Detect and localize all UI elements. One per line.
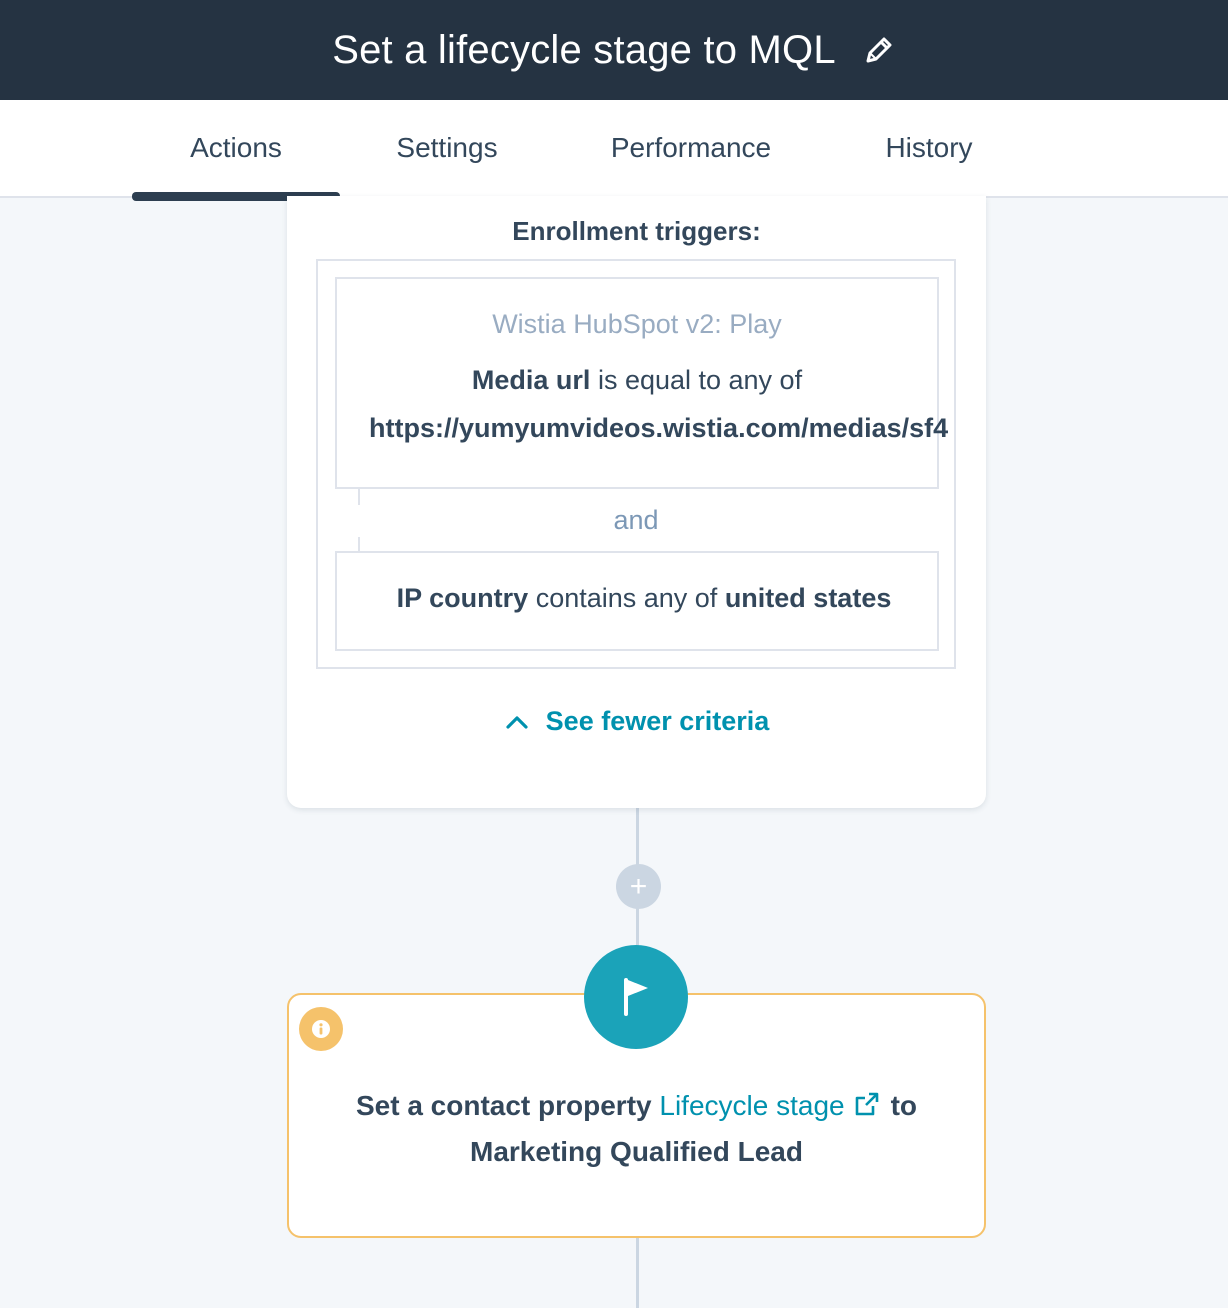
plus-icon: + [629, 869, 648, 903]
filter-wistia-play[interactable]: Wistia HubSpot v2: Play Media url is equ… [335, 277, 948, 489]
add-action-button[interactable]: + [616, 864, 661, 909]
filter-condition: Media url is equal to any of [337, 365, 937, 396]
see-fewer-label: See fewer criteria [545, 706, 770, 736]
action-description: Set a contact property Lifecycle stage t… [289, 1083, 984, 1175]
info-icon[interactable] [299, 1007, 343, 1051]
info-glyph-icon [312, 1020, 330, 1038]
see-fewer-criteria-link[interactable]: See fewer criteria [287, 706, 986, 737]
tab-history[interactable]: History [846, 100, 1012, 196]
connector-line [636, 1238, 639, 1308]
filter-property: Media url [471, 365, 591, 395]
enrollment-trigger-card[interactable]: Enrollment triggers: Wistia HubSpot v2: … [287, 196, 986, 808]
filter-condition: IP country contains any of united states [337, 583, 937, 614]
filter-value: https://yumyumvideos.wistia.com/medias/s… [369, 413, 949, 443]
tab-settings[interactable]: Settings [350, 100, 544, 196]
external-link-icon[interactable] [853, 1090, 881, 1118]
filter-source: Wistia HubSpot v2: Play [492, 309, 782, 339]
tab-bar: Actions Settings Performance History [0, 100, 1228, 198]
and-joiner: and [613, 505, 659, 535]
filter-ip-country[interactable]: IP country contains any of united states [335, 551, 939, 651]
and-connector [358, 489, 360, 505]
trigger-group: Wistia HubSpot v2: Play Media url is equ… [316, 259, 956, 669]
property-value: Marketing Qualified Lead [470, 1136, 803, 1167]
action-suffix: to [890, 1090, 918, 1121]
workflow-header: Set a lifecycle stage to MQL [0, 0, 1228, 100]
chevron-up-icon [506, 715, 528, 729]
pencil-icon[interactable] [862, 33, 896, 67]
tab-actions[interactable]: Actions [132, 100, 340, 196]
connector-line [636, 906, 639, 950]
flag-icon [584, 945, 688, 1049]
enrollment-triggers-heading: Enrollment triggers: [512, 216, 761, 246]
and-connector [358, 537, 360, 551]
filter-property: IP country [396, 583, 529, 613]
tab-performance[interactable]: Performance [580, 100, 802, 196]
action-prefix: Set a contact property [355, 1090, 660, 1121]
filter-operator: is equal to any of [590, 365, 803, 395]
connector-line [636, 808, 639, 868]
filter-operator: contains any of [528, 583, 725, 613]
workflow-title[interactable]: Set a lifecycle stage to MQL [332, 28, 836, 73]
lifecycle-stage-link[interactable]: Lifecycle stage [659, 1090, 844, 1121]
filter-value: united states [724, 583, 892, 613]
